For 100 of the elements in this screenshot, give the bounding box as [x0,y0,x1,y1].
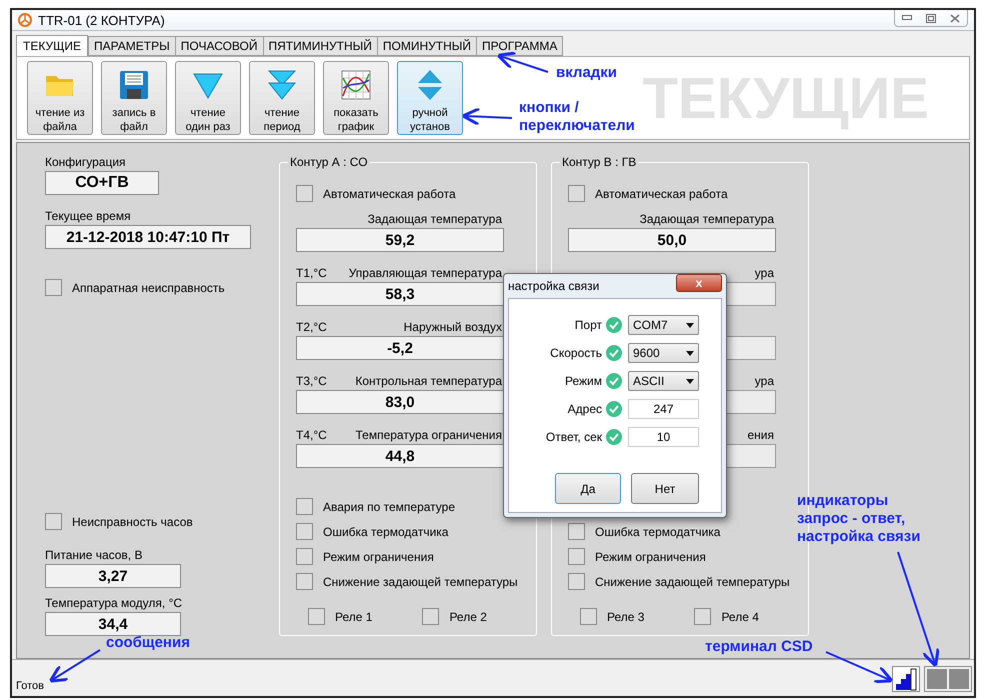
field-label: ения [747,428,774,442]
toolbar-button[interactable]: чтение период [249,61,315,136]
setting-label: Скорость [549,346,602,360]
field-label: Текущее время [45,209,132,224]
checkbox-label: Автоматическая работа [323,186,456,201]
checkbox[interactable] [296,573,313,590]
field-label: Задающая температура [368,212,502,226]
checkbox[interactable] [580,608,597,626]
caret-icon [686,378,694,384]
caret-icon [686,350,694,356]
checkbox[interactable] [296,498,313,516]
field-label: Конфигурация [45,155,127,170]
annotation-text: индикаторы запрос - ответ, настройка связи [797,492,920,546]
annotation-arrow [48,649,101,683]
toolbar-button[interactable]: ручной установ [397,61,463,136]
annotation-text: терминал CSD [705,638,813,656]
value-field: 59,2 [296,228,504,252]
dropdown[interactable]: COM7 [628,315,699,335]
checkbox-label: Реле 1 [335,610,372,624]
annotation-text: кнопки / переключатели [519,99,635,135]
value-field: -5,2 [296,336,504,360]
dialog-title: настройка связи [508,279,600,293]
input-field[interactable]: 10 [628,427,699,447]
tab[interactable]: ПЯТИМИНУТНЫЙ [262,36,378,56]
checkbox-label: Автоматическая работа [595,186,728,201]
field-label: Питание часов, В [45,548,144,562]
checkbox[interactable] [568,573,585,590]
annotation-arrow [496,51,548,73]
value-field: 58,3 [296,282,504,306]
tab[interactable]: ПАРАМЕТРЫ [88,36,176,56]
field-label: Температура модуля, °С [45,596,184,610]
checkbox[interactable] [296,548,313,566]
annotation-text: вкладки [556,64,618,82]
checkbox-label: Авария по температуре [323,500,456,514]
checkbox-label: Ошибка термодатчика [323,524,448,539]
status-message: Готов [16,680,44,692]
setting-label: Порт [574,318,602,332]
field-label: Контрольная температура [355,374,502,388]
group-title: Контур А : СО [289,155,369,170]
toolbar-button[interactable]: чтение из файла [27,61,93,136]
field-label: Наружный воздух [404,320,502,334]
minimize-icon[interactable] [902,15,912,21]
checkbox-label: Режим ограничения [323,550,434,564]
sensor-tag: Т3,°С [296,374,327,388]
checkbox-label: Ошибка термодатчика [595,524,720,539]
dialog-button[interactable]: Нет [631,473,699,504]
checkbox-label: Аппаратная неисправность [72,280,225,295]
sensor-tag: Т2,°С [296,320,327,334]
checkbox[interactable] [694,608,712,626]
dropdown[interactable]: 9600 [628,343,699,363]
toolbar-button[interactable]: запись в файл [101,61,167,136]
value-field: 50,0 [568,228,776,252]
dialog-button[interactable]: Да [555,473,621,504]
tab[interactable]: ПРОГРАММА [476,36,564,56]
tab[interactable]: ТЕКУЩИЕ [16,35,88,56]
sensor-tag: Т1,°С [296,266,327,280]
input-field[interactable]: 247 [628,399,699,419]
checkbox[interactable] [45,279,62,296]
value-field: 83,0 [296,390,504,414]
value-field: 44,8 [296,444,504,468]
checkbox-label: Реле 3 [607,610,644,624]
checkbox[interactable] [296,523,313,540]
maximize-icon[interactable] [926,14,936,22]
checkbox[interactable] [296,185,313,202]
annotation-arrow [462,107,512,126]
field-label: Температура ограничения [356,428,502,442]
field-label: Задающая температура [640,212,774,226]
chart-icon [339,68,373,102]
value-field: 34,4 [45,612,181,636]
setting-label: Ответ, сек [544,430,602,444]
checkbox-label: Режим ограничения [595,550,706,564]
value-field: 21-12-2018 10:47:10 Пт [45,225,251,250]
caret-icon [686,322,694,328]
checkbox-label: Снижение задающей температуры [595,574,790,589]
tab[interactable]: ПОЧАСОВОЙ [174,36,264,56]
signal-bars-icon [892,666,920,692]
dropdown[interactable]: ASCII [628,371,699,391]
value-field: 3,27 [45,564,181,588]
toolbar-button[interactable]: показать график [323,61,389,136]
value-field: СО+ГВ [45,171,159,196]
checkbox-label: Реле 4 [721,610,759,624]
app-logo-icon [18,13,32,28]
double-down-triangle-icon [265,68,299,102]
window-title: TTR-01 (2 КОНТУРА) [38,12,165,28]
checkbox[interactable] [568,185,585,202]
checkbox[interactable] [308,608,325,626]
checkbox[interactable] [422,608,440,626]
annotation-text: сообщения [106,634,190,652]
sensor-tag: Т4,°С [296,428,327,442]
checkbox-label: Снижение задающей температуры [323,574,518,589]
setting-label: Адрес [566,402,602,416]
checkbox[interactable] [45,513,62,530]
field-label: Управляющая температура [348,266,502,280]
tab[interactable]: ПОМИНУТНЫЙ [376,36,478,56]
field-label: ура [754,374,774,388]
close-icon[interactable] [950,14,960,22]
checkbox[interactable] [568,548,585,566]
request-response-indicator [924,666,972,692]
checkbox[interactable] [568,523,585,540]
toolbar-button[interactable]: чтение один раз [175,61,241,136]
